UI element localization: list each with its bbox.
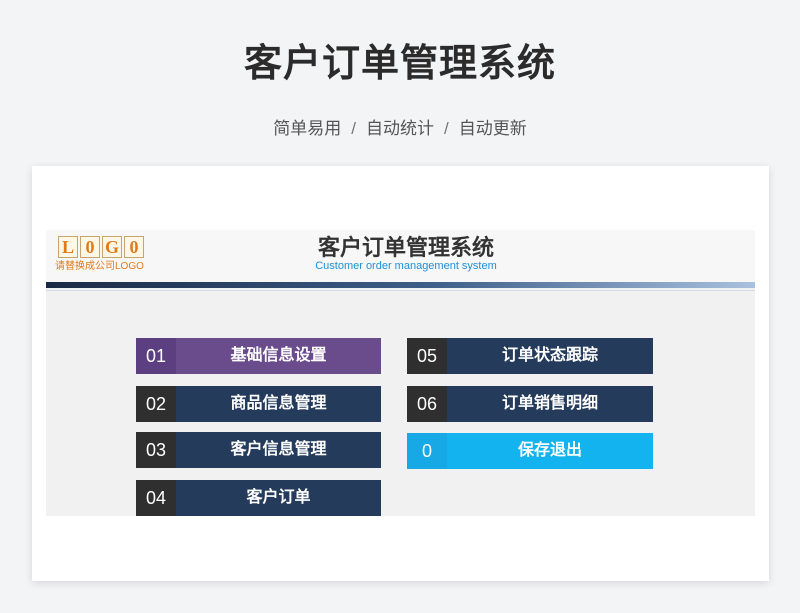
menu-number: 01 (136, 338, 176, 374)
menu-number: 02 (136, 386, 176, 422)
subtitle-item-stats: 自动统计 (366, 119, 434, 138)
menu-button-save-exit[interactable]: 0 保存退出 (407, 433, 653, 469)
menu-number: 03 (136, 432, 176, 468)
logo-letter: L (58, 236, 78, 258)
menu-button-sales-details[interactable]: 06 订单销售明细 (407, 386, 653, 422)
logo-letter: 0 (124, 236, 144, 258)
menu-label: 商品信息管理 (176, 386, 381, 422)
logo-letter: 0 (80, 236, 100, 258)
menu-number: 04 (136, 480, 176, 516)
menu-number: 0 (407, 433, 447, 469)
menu-label: 客户信息管理 (176, 432, 381, 468)
system-subtitle: Customer order management system (315, 260, 497, 272)
menu-number: 05 (407, 338, 447, 374)
system-title: 客户订单管理系统 (317, 235, 494, 260)
menu-number: 06 (407, 386, 447, 422)
menu-label: 基础信息设置 (176, 338, 381, 374)
menu-button-customer-orders[interactable]: 04 客户订单 (136, 480, 381, 516)
menu-label: 客户订单 (176, 480, 381, 516)
menu-label: 订单销售明细 (447, 386, 653, 422)
preview-card: L 0 G 0 请替换成公司LOGO 客户订单管理系统 Customer ord… (32, 166, 769, 581)
menu-button-customer-info[interactable]: 03 客户信息管理 (136, 432, 381, 468)
company-logo: L 0 G 0 (58, 236, 144, 258)
subtitle-separator: / (444, 119, 449, 138)
header-divider (46, 290, 755, 291)
menu-button-basic-settings[interactable]: 01 基础信息设置 (136, 338, 381, 374)
subtitle-item-update: 自动更新 (458, 119, 527, 138)
subtitle-separator: / (351, 119, 356, 138)
sheet-header: L 0 G 0 请替换成公司LOGO 客户订单管理系统 Customer ord… (46, 230, 755, 282)
logo-letter: G (102, 236, 122, 258)
menu-label: 保存退出 (447, 433, 653, 469)
page-subtitle: 简单易用 / 自动统计 / 自动更新 (0, 114, 800, 139)
header-gradient-bar (46, 282, 755, 288)
menu-label: 订单状态跟踪 (447, 338, 653, 374)
menu-button-product-info[interactable]: 02 商品信息管理 (136, 386, 381, 422)
logo-caption: 请替换成公司LOGO (55, 261, 144, 272)
spreadsheet-view: L 0 G 0 请替换成公司LOGO 客户订单管理系统 Customer ord… (46, 230, 755, 516)
subtitle-item-easy: 简单易用 (273, 119, 342, 138)
menu-button-order-tracking[interactable]: 05 订单状态跟踪 (407, 338, 653, 374)
page-title: 客户订单管理系统 (243, 43, 556, 85)
